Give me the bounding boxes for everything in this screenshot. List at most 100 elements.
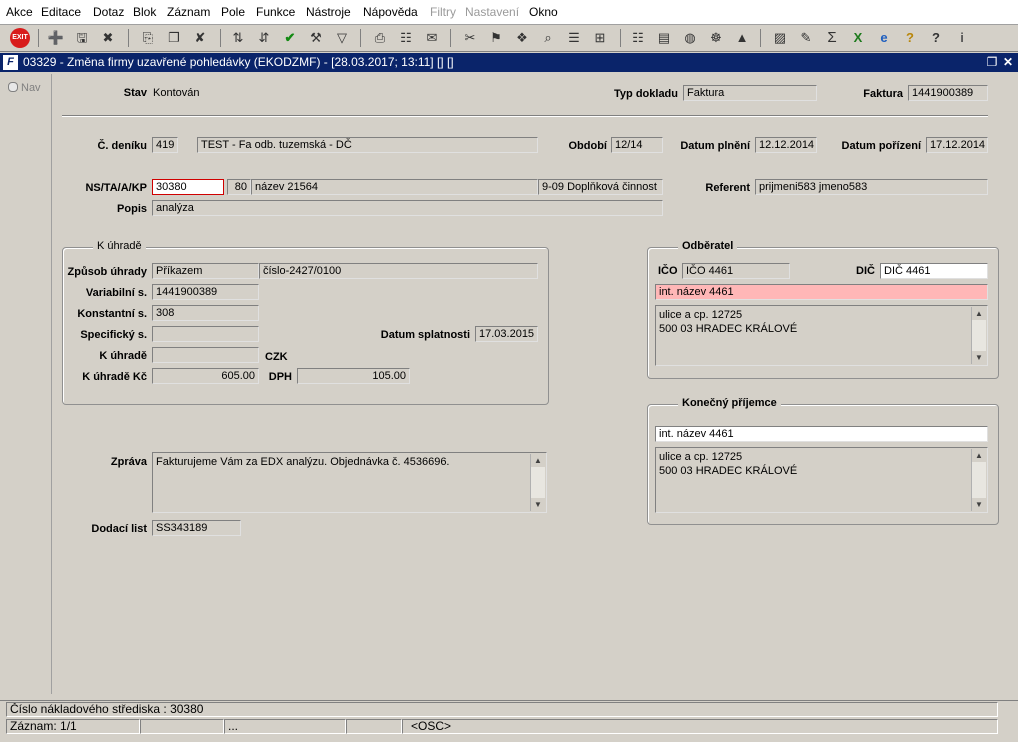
odberatel-adresa-line-1: ulice a cp. 12725 (659, 309, 743, 321)
variabilni-field[interactable]: 1441900389 (152, 284, 259, 300)
typ-dokladu-field[interactable]: Faktura (683, 85, 817, 101)
odberatel-adresa-scrollbar[interactable]: ▲ ▼ (971, 307, 986, 364)
document-icon[interactable]: ▤ (654, 28, 674, 48)
dodaci-list-field[interactable]: SS343189 (152, 520, 241, 536)
sort-desc-icon[interactable]: ⇵ (254, 28, 274, 48)
wrench-icon[interactable]: ⚒ (306, 28, 326, 48)
odberatel-adresa-textarea[interactable]: ulice a cp. 12725 500 03 HRADEC KRÁLOVÉ … (655, 305, 988, 366)
sigma-icon[interactable]: Σ (822, 28, 842, 48)
prijemce-nazev-field[interactable]: int. název 4461 (655, 426, 988, 442)
restore-icon[interactable]: ❐ (985, 55, 999, 69)
print-icon[interactable]: ⎙ (370, 28, 390, 48)
question-icon[interactable]: ? (926, 28, 946, 48)
ico-field[interactable]: IČO 4461 (682, 263, 790, 279)
menu-dotaz[interactable]: Dotaz (93, 5, 124, 19)
cut-icon[interactable]: ✂ (460, 28, 480, 48)
puzzle-icon[interactable]: ❖ (512, 28, 532, 48)
close-icon[interactable]: ✕ (1001, 55, 1015, 69)
scroll-up-icon[interactable]: ▲ (531, 454, 545, 467)
menu-blok[interactable]: Blok (133, 5, 156, 19)
zpusob-uhrady-field[interactable]: Příkazem (152, 263, 259, 279)
dic-field[interactable]: DIČ 4461 (880, 263, 988, 279)
faktura-label: Faktura (863, 88, 903, 100)
chart-icon[interactable]: ▨ (770, 28, 790, 48)
menu-nastroje[interactable]: Nástroje (306, 5, 351, 19)
clipboard-icon[interactable]: ☷ (628, 28, 648, 48)
clear-icon[interactable]: ✘ (190, 28, 210, 48)
menu-pole[interactable]: Pole (221, 5, 245, 19)
prijemce-adresa-scrollbar[interactable]: ▲ ▼ (971, 449, 986, 511)
scroll-down-icon[interactable]: ▼ (531, 498, 545, 511)
specificky-field[interactable] (152, 326, 259, 342)
menu-funkce[interactable]: Funkce (256, 5, 295, 19)
splatnost-field[interactable]: 17.03.2015 (475, 326, 538, 342)
scroll-down-icon[interactable]: ▼ (972, 498, 986, 511)
gear-icon[interactable]: ☸ (706, 28, 726, 48)
kp-field[interactable]: 9-09 Doplňková činnost (538, 179, 663, 195)
prijemce-adresa-textarea[interactable]: ulice a cp. 12725 500 03 HRADEC KRÁLOVÉ … (655, 447, 988, 513)
help-icon[interactable]: ? (900, 28, 920, 48)
map-icon[interactable]: ▲ (732, 28, 752, 48)
toolbar-separator (220, 29, 221, 47)
konstantni-field[interactable]: 308 (152, 305, 259, 321)
menu-napoveda[interactable]: Nápověda (363, 5, 418, 19)
odberatel-adresa-line-2: 500 03 HRADEC KRÁLOVÉ (659, 323, 798, 335)
tree-icon[interactable]: ⊞ (590, 28, 610, 48)
toolbar-separator (38, 29, 39, 47)
globe-icon[interactable]: ◍ (680, 28, 700, 48)
menu-okno[interactable]: Okno (529, 5, 558, 19)
k-uhrade-kc-field[interactable]: 605.00 (152, 368, 259, 384)
exit-button[interactable]: EXIT (10, 28, 30, 48)
datum-plneni-field[interactable]: 12.12.2014 (755, 137, 817, 153)
menu-akce[interactable]: Akce (6, 5, 33, 19)
mail-icon[interactable]: ✉ (422, 28, 442, 48)
specificky-label: Specifický s. (80, 329, 147, 341)
print-preview-icon[interactable]: ☷ (396, 28, 416, 48)
k-uhrade-field[interactable] (152, 347, 259, 363)
zprava-textarea[interactable]: Fakturujeme Vám za EDX analýzu. Objednáv… (152, 452, 547, 513)
menu-zaznam[interactable]: Záznam (167, 5, 210, 19)
odberatel-nazev-field[interactable]: int. název 4461 (655, 284, 988, 300)
zprava-scrollbar[interactable]: ▲ ▼ (530, 454, 545, 511)
delete-record-icon[interactable]: ✖ (98, 28, 118, 48)
a-field[interactable]: název 21564 (251, 179, 538, 195)
duplicate-icon[interactable]: ❐ (164, 28, 184, 48)
dic-label: DIČ (856, 265, 875, 277)
ns-field[interactable]: 30380 (152, 179, 224, 195)
faktura-field[interactable]: 1441900389 (908, 85, 988, 101)
nav-item[interactable]: Nav (8, 82, 41, 94)
denik-nazev-field[interactable]: TEST - Fa odb. tuzemská - DČ (197, 137, 538, 153)
datum-porizeni-field[interactable]: 17.12.2014 (926, 137, 988, 153)
zoom-icon[interactable]: ⌕ (538, 28, 558, 48)
obdobi-field[interactable]: 12/14 (611, 137, 663, 153)
filter-icon[interactable]: ▽ (332, 28, 352, 48)
ucet-field[interactable]: číslo-2427/0100 (259, 263, 538, 279)
copy-icon[interactable]: ⎘ (138, 28, 158, 48)
app-logo-icon: F (3, 55, 18, 70)
typ-dokladu-label: Typ dokladu (614, 88, 678, 100)
popis-field[interactable]: analýza (152, 200, 663, 216)
ie-icon[interactable]: e (874, 28, 894, 48)
denik-field[interactable]: 419 (152, 137, 178, 153)
scroll-up-icon[interactable]: ▲ (972, 449, 986, 462)
excel-icon[interactable]: X (848, 28, 868, 48)
paste-icon[interactable]: ⚑ (486, 28, 506, 48)
menu-editace[interactable]: Editace (41, 5, 81, 19)
edit-icon[interactable]: ✎ (796, 28, 816, 48)
check-icon[interactable]: ✔ (280, 28, 300, 48)
save-record-icon[interactable]: 🖫 (72, 28, 92, 48)
referent-field[interactable]: prijmeni583 jmeno583 (755, 179, 988, 195)
toolbar: EXIT ➕ 🖫 ✖ ⎘ ❐ ✘ ⇅ ⇵ ✔ ⚒ ▽ ⎙ ☷ ✉ ✂ ⚑ ❖ ⌕… (0, 25, 1018, 52)
ta-field[interactable]: 80 (227, 179, 251, 195)
k-uhrade-group-title: K úhradě (93, 240, 146, 252)
zprava-text: Fakturujeme Vám za EDX analýzu. Objednáv… (156, 456, 450, 468)
sort-asc-icon[interactable]: ⇅ (228, 28, 248, 48)
scroll-up-icon[interactable]: ▲ (972, 307, 986, 320)
list-icon[interactable]: ☰ (564, 28, 584, 48)
insert-record-icon[interactable]: ➕ (46, 28, 66, 48)
info-icon[interactable]: i (952, 28, 972, 48)
dph-field[interactable]: 105.00 (297, 368, 410, 384)
stav-value: Kontován (153, 87, 200, 99)
scroll-down-icon[interactable]: ▼ (972, 351, 986, 364)
toolbar-separator (360, 29, 361, 47)
